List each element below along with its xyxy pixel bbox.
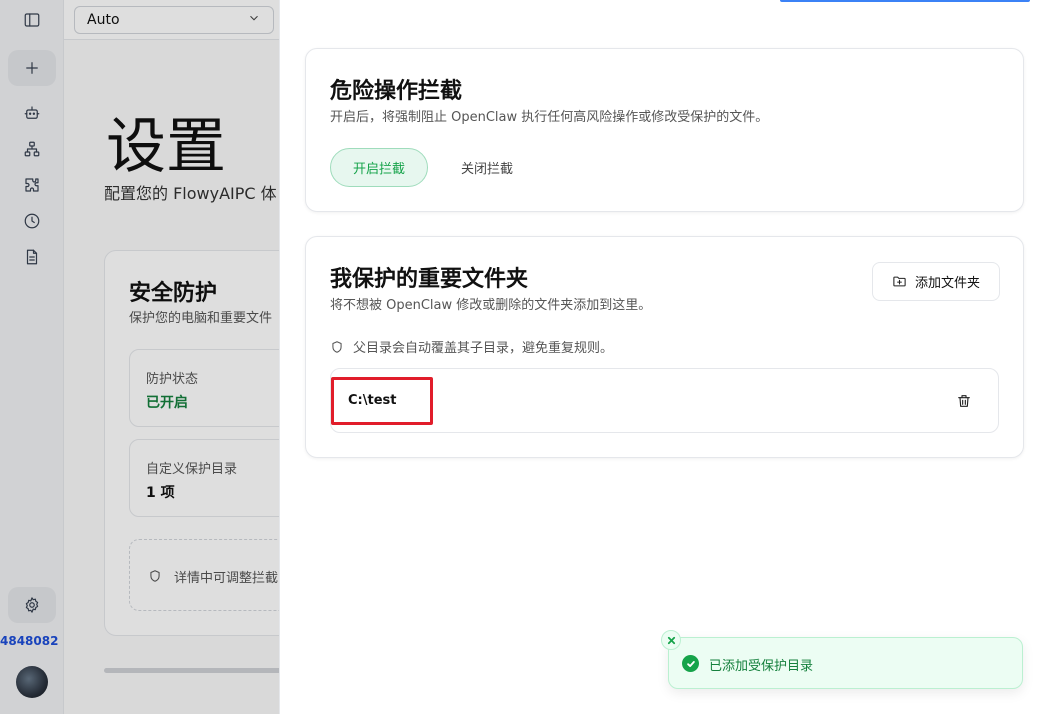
folders-hint-text: 父目录会自动覆盖其子目录，避免重复规则。: [353, 341, 614, 356]
drawer-accent-line: [780, 0, 1030, 2]
protected-folders-title: 我保护的重要文件夹: [330, 267, 529, 292]
trash-icon: [958, 395, 970, 407]
danger-intercept-description: 开启后，将强制阻止 OpenClaw 执行任何高风险操作或修改受保护的文件。: [330, 110, 769, 125]
toast-message: 已添加受保护目录: [709, 659, 814, 674]
list-item: C:\test: [330, 368, 999, 433]
toast-close-button[interactable]: [661, 630, 681, 650]
folder-path: C:\test: [348, 393, 397, 408]
close-icon: [667, 636, 675, 644]
add-folder-label: 添加文件夹: [914, 276, 980, 291]
enable-intercept-button[interactable]: 开启拦截: [330, 148, 428, 187]
disable-intercept-button[interactable]: 关闭拦截: [454, 148, 520, 187]
protected-folders-description: 将不想被 OpenClaw 修改或删除的文件夹添加到这里。: [330, 298, 652, 313]
folder-plus-icon: [893, 276, 906, 287]
security-drawer: 危险操作拦截 开启后，将强制阻止 OpenClaw 执行任何高风险操作或修改受保…: [279, 0, 1047, 714]
delete-folder-button[interactable]: [955, 392, 973, 410]
check-circle-icon: [682, 655, 699, 672]
add-folder-button[interactable]: 添加文件夹: [872, 262, 1000, 301]
success-toast: 已添加受保护目录: [661, 630, 1023, 689]
danger-intercept-card: 危险操作拦截 开启后，将强制阻止 OpenClaw 执行任何高风险操作或修改受保…: [305, 48, 1024, 212]
shield-icon: [332, 340, 342, 353]
danger-intercept-title: 危险操作拦截: [330, 79, 463, 104]
folders-hint: 父目录会自动覆盖其子目录，避免重复规则。: [330, 337, 613, 356]
protected-folders-card: 我保护的重要文件夹 将不想被 OpenClaw 修改或删除的文件夹添加到这里。 …: [305, 236, 1024, 458]
